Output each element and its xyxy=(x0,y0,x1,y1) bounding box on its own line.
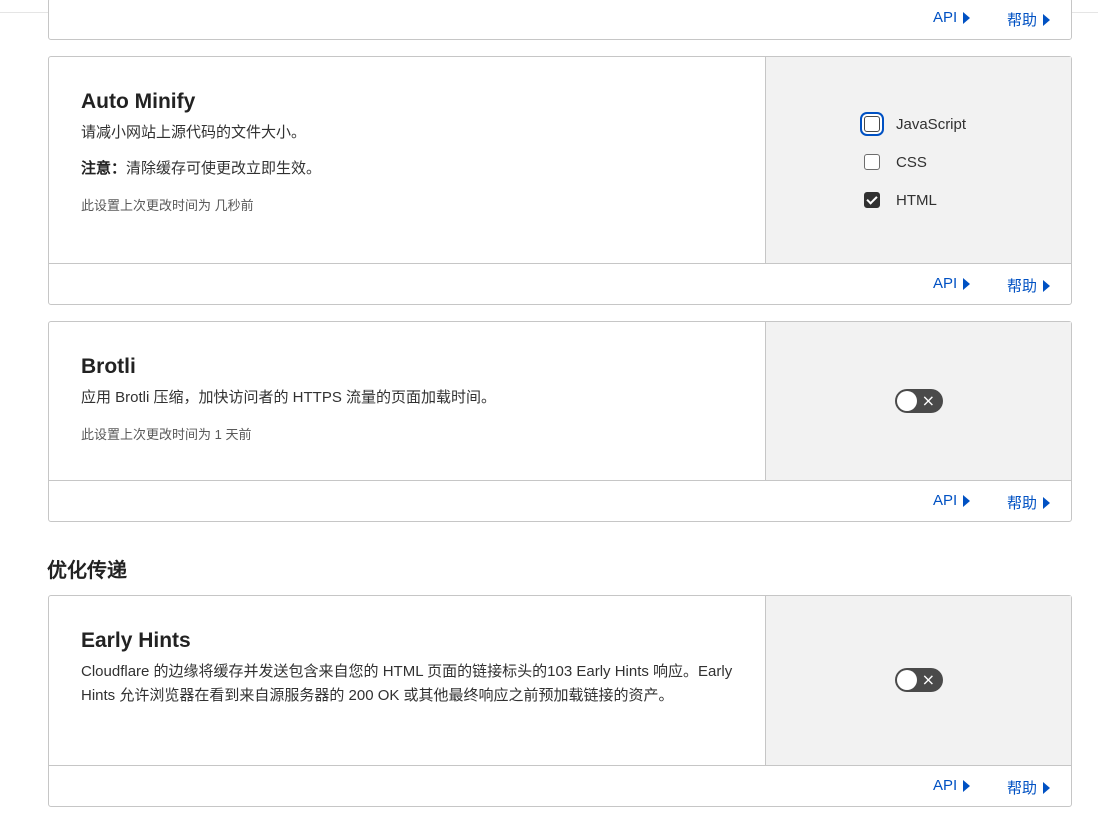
previous-setting-card: API 帮助 xyxy=(48,0,1072,40)
note-label: 注意： xyxy=(81,160,127,177)
close-icon: × xyxy=(921,670,935,689)
help-link[interactable]: 帮助 xyxy=(1007,275,1051,296)
card-control-panel: × xyxy=(766,596,1071,765)
close-icon: × xyxy=(921,391,935,410)
card-description: 应用 Brotli 压缩，加快访问者的 HTTPS 流量的页面加载时间。 xyxy=(81,389,497,406)
card-footer: API 帮助 xyxy=(49,481,1071,521)
caret-right-icon xyxy=(1043,13,1051,26)
card-footer: API 帮助 xyxy=(49,264,1071,304)
card-info: Auto Minify 请减小网站上源代码的文件大小。 注意：清除缓存可使更改立… xyxy=(49,57,766,263)
help-link-label: 帮助 xyxy=(1007,495,1038,512)
caret-right-icon xyxy=(1043,496,1051,509)
api-link-label: API xyxy=(933,777,958,794)
card-control-panel: × xyxy=(766,322,1071,480)
help-link[interactable]: 帮助 xyxy=(1007,777,1051,798)
card-footer: API 帮助 xyxy=(49,766,1071,806)
checkbox-label: HTML xyxy=(896,191,937,209)
brotli-toggle[interactable]: × xyxy=(895,389,943,413)
card-description: 请减小网站上源代码的文件大小。 xyxy=(81,124,307,141)
api-link[interactable]: API xyxy=(933,275,971,292)
card-info: Brotli 应用 Brotli 压缩，加快访问者的 HTTPS 流量的页面加载… xyxy=(49,322,766,480)
caret-right-icon xyxy=(963,11,971,24)
card-info: Early Hints Cloudflare 的边缘将缓存并发送包含来自您的 H… xyxy=(49,596,766,765)
card-footer: API 帮助 xyxy=(49,0,1071,39)
minify-option-css[interactable]: CSS xyxy=(864,143,966,181)
checkbox-label: JavaScript xyxy=(896,115,967,133)
brotli-card: Brotli 应用 Brotli 压缩，加快访问者的 HTTPS 流量的页面加载… xyxy=(48,321,1072,522)
card-title: Early Hints xyxy=(81,629,191,652)
help-link-label: 帮助 xyxy=(1007,278,1038,295)
last-changed-text: 此设置上次更改时间为 1 天前 xyxy=(81,427,252,442)
minify-option-javascript[interactable]: JavaScript xyxy=(864,105,966,143)
api-link-label: API xyxy=(933,9,958,26)
minify-option-html[interactable]: HTML xyxy=(864,181,966,219)
help-link[interactable]: 帮助 xyxy=(1007,492,1051,513)
help-link[interactable]: 帮助 xyxy=(1007,9,1051,30)
early-hints-toggle[interactable]: × xyxy=(895,668,943,692)
card-description: Cloudflare 的边缘将缓存并发送包含来自您的 HTML 页面的链接标头的… xyxy=(81,663,733,704)
caret-right-icon xyxy=(963,779,971,792)
last-changed-text: 此设置上次更改时间为 几秒前 xyxy=(81,198,254,213)
checkbox-label: CSS xyxy=(896,153,927,171)
minify-options: JavaScript CSS HTML xyxy=(864,105,966,219)
card-title: Auto Minify xyxy=(81,90,196,113)
card-note: 注意：清除缓存可使更改立即生效。 xyxy=(81,157,733,181)
toggle-knob xyxy=(897,670,917,690)
caret-right-icon xyxy=(963,494,971,507)
api-link[interactable]: API xyxy=(933,9,971,26)
toggle-knob xyxy=(897,391,917,411)
api-link[interactable]: API xyxy=(933,777,971,794)
html-checkbox[interactable] xyxy=(864,192,880,208)
caret-right-icon xyxy=(1043,279,1051,292)
api-link[interactable]: API xyxy=(933,492,971,509)
api-link-label: API xyxy=(933,492,958,509)
api-link-label: API xyxy=(933,275,958,292)
card-title: Brotli xyxy=(81,355,136,378)
javascript-checkbox[interactable] xyxy=(864,116,880,132)
early-hints-card: Early Hints Cloudflare 的边缘将缓存并发送包含来自您的 H… xyxy=(48,595,1072,807)
auto-minify-card: Auto Minify 请减小网站上源代码的文件大小。 注意：清除缓存可使更改立… xyxy=(48,56,1072,305)
card-control-panel: JavaScript CSS HTML xyxy=(766,57,1071,263)
help-link-label: 帮助 xyxy=(1007,780,1038,797)
caret-right-icon xyxy=(963,277,971,290)
caret-right-icon xyxy=(1043,781,1051,794)
section-heading: 优化传递 xyxy=(47,560,127,582)
css-checkbox[interactable] xyxy=(864,154,880,170)
help-link-label: 帮助 xyxy=(1007,12,1038,29)
note-text: 清除缓存可使更改立即生效。 xyxy=(126,160,322,177)
